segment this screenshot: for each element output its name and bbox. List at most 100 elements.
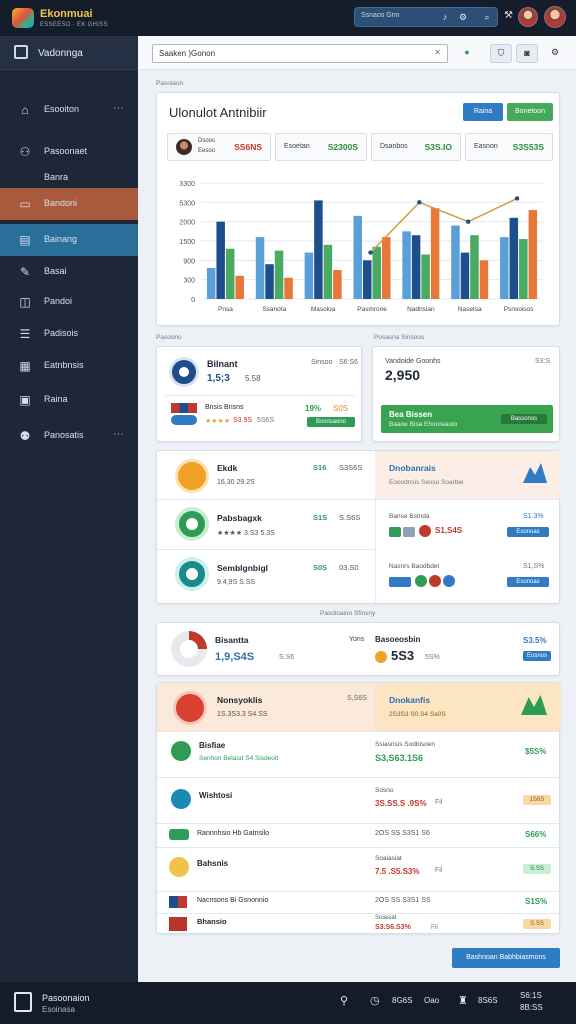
sidebar-header[interactable]: Vadonnga bbox=[0, 36, 138, 70]
summary-card: Bilnant 1,5;3 5.58 Sinsoo S6:S6 Bnsis Bn… bbox=[156, 346, 362, 442]
bottom-title: Pasoonaion bbox=[42, 993, 90, 1003]
banner[interactable]: Bea Bissen Baaoe Bisa Ehonreaoio Bassono… bbox=[381, 405, 553, 433]
table-row[interactable]: Bisfiae Senhon Betasd S4 Sisdeoit Ssiasn… bbox=[157, 731, 561, 777]
kpi-card[interactable]: Easnon S3S53S bbox=[465, 133, 553, 161]
card-value: 5S3 bbox=[391, 648, 415, 663]
sidebar-item-label: Esooiton bbox=[44, 104, 80, 114]
chart-bar bbox=[265, 264, 274, 299]
list-item-value: S16 bbox=[313, 463, 327, 472]
metric-button[interactable]: Esonoas bbox=[507, 527, 549, 537]
row-title: Nonsyoklis bbox=[217, 695, 263, 705]
kpi-card[interactable]: Dsoos Eesoo SS6NS bbox=[167, 133, 271, 161]
people-icon: ⚉ bbox=[19, 429, 31, 443]
filter-icon[interactable]: ⚙ bbox=[544, 44, 566, 63]
user-avatar-small[interactable] bbox=[518, 7, 538, 27]
sidebar: Vadonnga ⌂ Esooiton ··· ⚇ Pasoonaet Banr… bbox=[0, 36, 138, 982]
toggle-icon[interactable] bbox=[403, 527, 415, 537]
more-icon[interactable]: ··· bbox=[113, 428, 124, 440]
secondary-button[interactable]: Bonetoon bbox=[507, 103, 553, 121]
table-row[interactable]: Nacnsons Bi Gsnonnio 2OS SS.S3S1 SS S1S% bbox=[157, 891, 561, 913]
highlight-panel: Dnokanfis 2S3S3 S0.S4 Sa0S bbox=[375, 683, 561, 731]
sidebar-item-folder[interactable]: ▭ Bandoni bbox=[0, 188, 138, 220]
table-row[interactable]: Bhansio Soiasiat S3.S6.S3% Fil S.SS bbox=[157, 913, 561, 935]
donut-icon bbox=[171, 631, 207, 667]
sidebar-item-box[interactable]: ▣ Raina bbox=[0, 384, 138, 416]
row-title: Rannnhsio Hb Gatnsilo bbox=[197, 830, 269, 837]
row-icon bbox=[171, 741, 191, 761]
table-row[interactable]: Bahsnis Soaiasiat 7.5 .S5.S3% Fil S.SS bbox=[157, 847, 561, 891]
chart-bar bbox=[216, 221, 225, 299]
document-icon[interactable] bbox=[14, 992, 32, 1012]
y-tick-label: 3300 bbox=[179, 181, 195, 188]
main-content: Saaken )Gonon ✕ ● ⛉ ◙ ⚙ Pasoiaon Ulonulo… bbox=[138, 36, 576, 982]
toggle-icon[interactable] bbox=[389, 527, 401, 537]
chart-bar bbox=[411, 235, 421, 299]
item-value: S0S bbox=[333, 404, 349, 413]
row-pct: S1S% bbox=[525, 897, 548, 906]
x-tick-label: Masoloa bbox=[311, 306, 336, 313]
banner-button[interactable]: Bassonos bbox=[501, 414, 547, 424]
table-row[interactable]: Wishtosi Sosno 3S.SS.S .9S% Fil 1S6S bbox=[157, 777, 561, 823]
highlight-card: Vandoide Goonhs S3:S 2,950 Bea Bissen Ba… bbox=[372, 346, 560, 442]
settings-icon[interactable]: ⚙ bbox=[457, 11, 469, 23]
sidebar-item-layers[interactable]: ▤ Bainang bbox=[0, 224, 138, 256]
sidebar-item-personal[interactable]: ⚇ Pasoonaet bbox=[0, 136, 138, 168]
sidebar-item-label: Panosatis bbox=[44, 430, 84, 440]
sidebar-item-label: Pandoi bbox=[44, 296, 73, 306]
search-input[interactable]: Saaken )Gonon ✕ bbox=[152, 44, 448, 63]
row-meta: Soaiasiat bbox=[375, 855, 402, 862]
tag-icon: ✎ bbox=[19, 265, 31, 279]
metric-pct: S1.3% bbox=[523, 513, 544, 520]
row-title: Nacnsons Bi Gsnonnio bbox=[197, 897, 269, 904]
gamepad-icon[interactable]: ♜ bbox=[458, 994, 468, 1007]
chart-bar bbox=[323, 244, 333, 299]
kpi-card[interactable]: Esoetan S2300S bbox=[275, 133, 367, 161]
search-icon[interactable]: ⚲ bbox=[340, 994, 348, 1007]
row-icon bbox=[171, 789, 191, 809]
layers-icon: ▤ bbox=[19, 233, 31, 247]
row-meta: Ssiasnsis Sodbisoen bbox=[375, 741, 435, 748]
sidebar-item-home[interactable]: ⌂ Esooiton ··· bbox=[0, 94, 138, 126]
card-value: 1,9,S4S bbox=[215, 651, 255, 663]
gauge-icon bbox=[169, 357, 199, 387]
tools-icon[interactable]: ⚒ bbox=[504, 10, 513, 21]
card-button[interactable]: Eosnos bbox=[523, 651, 551, 661]
metric-button[interactable]: Esonoas bbox=[507, 577, 549, 587]
badge-icon bbox=[171, 415, 197, 425]
chart-bar bbox=[274, 250, 284, 299]
shield-icon[interactable]: ⛉ bbox=[490, 44, 512, 63]
y-tick-label: 300 bbox=[183, 278, 195, 285]
search-icon[interactable]: ⌕ bbox=[481, 11, 493, 23]
bell-icon[interactable]: ♪ bbox=[439, 11, 451, 23]
sidebar-item-flag[interactable]: Banra bbox=[0, 168, 138, 188]
row-meta: Sosno bbox=[375, 787, 394, 794]
section-label: Pasoloaion Sfinsny bbox=[320, 610, 376, 617]
x-tick-label: Ssanota bbox=[262, 306, 286, 313]
sidebar-item-tag[interactable]: ✎ Basai bbox=[0, 256, 138, 288]
sidebar-item-list[interactable]: ☰ Padisois bbox=[0, 318, 138, 350]
sidebar-item-grid[interactable]: ▦ Eatnbnsis bbox=[0, 350, 138, 382]
x-tick-label: Nasetsa bbox=[458, 306, 482, 313]
summary-card: Bisantta 1,9,S4S S.S6 Yons Basoeosbin 5S… bbox=[156, 622, 560, 676]
table-row[interactable]: Rannnhsio Hb Gatnsilo 2OS SS.S3S1 S6 S66… bbox=[157, 823, 561, 847]
sidebar-item-label: Pasoonaet bbox=[44, 146, 88, 156]
sidebar-item-chart[interactable]: ◫ Pandoi bbox=[0, 286, 138, 318]
highlight-row: Nonsyoklis 1S.3S3.3 S4.SS S,S6S bbox=[157, 683, 375, 731]
kpi-card[interactable]: Dsanbos S3S.IO bbox=[371, 133, 461, 161]
clear-icon[interactable]: ✕ bbox=[434, 48, 441, 57]
leaf-icon[interactable]: ● bbox=[456, 44, 478, 63]
toggle-icon[interactable] bbox=[389, 577, 411, 587]
list-item-sub: 9.4,9S S.SS bbox=[217, 579, 256, 586]
window-icon[interactable]: ◙ bbox=[516, 44, 538, 63]
status-button[interactable]: Bosnsaono bbox=[307, 417, 355, 427]
user-avatar[interactable] bbox=[544, 6, 566, 28]
more-icon[interactable]: ··· bbox=[113, 102, 124, 114]
primary-action-button[interactable]: Bashnoan Babhbiasmons bbox=[452, 948, 560, 968]
app-logo-icon[interactable] bbox=[12, 8, 34, 28]
global-search-text: Ssnaos Gnn bbox=[361, 12, 400, 19]
primary-button[interactable]: Raina bbox=[463, 103, 503, 121]
sidebar-item-people[interactable]: ⚉ Panosatis ··· bbox=[0, 420, 138, 452]
x-tick-label: Pnsa bbox=[218, 306, 233, 313]
clock-icon[interactable]: ◷ bbox=[370, 994, 380, 1007]
global-search[interactable]: Ssnaos Gnn ♪ ⚙ ⌕ bbox=[354, 7, 498, 27]
